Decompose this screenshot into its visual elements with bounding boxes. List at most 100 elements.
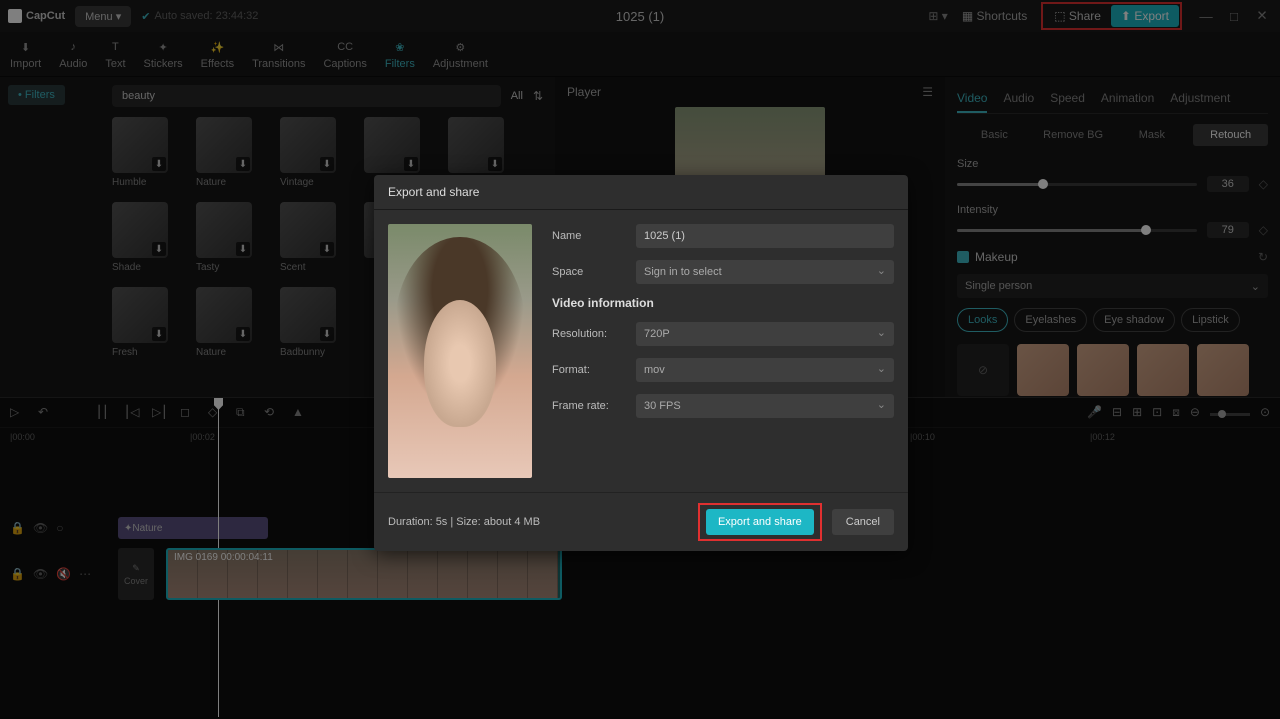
split-icon[interactable]: ⎮⎮ <box>96 405 112 421</box>
minimize-button[interactable]: — <box>1196 6 1216 26</box>
crop-icon[interactable]: ◻ <box>180 405 196 421</box>
zoom-out-icon[interactable]: ⊖ <box>1190 405 1200 420</box>
name-input[interactable] <box>636 224 894 248</box>
intensity-value[interactable]: 79 <box>1207 222 1249 238</box>
filter-thumb[interactable]: ⬇Nature <box>196 117 266 188</box>
download-icon[interactable]: ⬇ <box>404 157 418 171</box>
filter-search-input[interactable] <box>112 85 501 107</box>
person-select[interactable]: Single person⌄ <box>957 274 1268 298</box>
trim-left-icon[interactable]: ⎮◁ <box>124 405 140 421</box>
tab-adjustment[interactable]: ⚙Adjustment <box>433 38 488 70</box>
look-tab-eye-shadow[interactable]: Eye shadow <box>1093 308 1175 332</box>
framerate-select[interactable]: 30 FPS <box>636 394 894 418</box>
mic-icon[interactable]: 🎤 <box>1087 405 1102 420</box>
filters-chip[interactable]: • Filters <box>8 85 65 105</box>
sort-icon[interactable]: ⇅ <box>533 89 543 103</box>
download-icon[interactable]: ⬇ <box>236 157 250 171</box>
filter-thumb[interactable]: ⬇Badbunny <box>280 287 350 358</box>
filter-thumb[interactable]: ⬇Nature <box>196 287 266 358</box>
pointer-tool-icon[interactable]: ▷ <box>10 405 26 421</box>
sub-tab-mask[interactable]: Mask <box>1115 124 1190 146</box>
intensity-slider[interactable] <box>957 229 1197 232</box>
resolution-select[interactable]: 720P <box>636 322 894 346</box>
look-preset[interactable] <box>1017 344 1069 396</box>
track-icon-1[interactable]: ⊟ <box>1112 405 1122 420</box>
tab-filters[interactable]: ❀Filters <box>385 38 415 70</box>
prop-tab-animation[interactable]: Animation <box>1101 85 1154 113</box>
reverse-icon[interactable]: ⟲ <box>264 405 280 421</box>
filter-thumb[interactable]: ⬇Shade <box>112 202 182 273</box>
space-select[interactable]: Sign in to select <box>636 260 894 284</box>
look-preset[interactable] <box>1077 344 1129 396</box>
undo-icon[interactable]: ↶ <box>38 405 54 421</box>
menu-button[interactable]: Menu ▾ <box>75 6 131 27</box>
download-icon[interactable]: ⬇ <box>236 327 250 341</box>
lock-icon[interactable]: 🔒 <box>10 521 25 535</box>
cover-button[interactable]: ✎Cover <box>118 548 154 600</box>
export-button[interactable]: ⬆ Export <box>1111 5 1179 27</box>
mirror-icon[interactable]: ▲ <box>292 405 308 421</box>
tab-transitions[interactable]: ⋈Transitions <box>252 38 305 70</box>
maximize-button[interactable]: □ <box>1224 6 1244 26</box>
track-icon-2[interactable]: ⊞ <box>1132 405 1142 420</box>
cancel-button[interactable]: Cancel <box>832 509 894 535</box>
track-icon-3[interactable]: ⊡ <box>1152 405 1162 420</box>
filter-thumb[interactable]: ⬇Humble <box>112 117 182 188</box>
prop-tab-adjustment[interactable]: Adjustment <box>1170 85 1230 113</box>
mute-icon[interactable]: 🔇 <box>56 567 71 581</box>
download-icon[interactable]: ⬇ <box>320 157 334 171</box>
name-label: Name <box>552 230 624 242</box>
tab-import[interactable]: ⬇Import <box>10 38 41 70</box>
filter-clip[interactable]: ✦ Nature <box>118 517 268 539</box>
reset-icon[interactable]: ↻ <box>1258 250 1268 264</box>
sub-tab-remove-bg[interactable]: Remove BG <box>1036 124 1111 146</box>
size-slider[interactable] <box>957 183 1197 186</box>
filter-thumb[interactable]: ⬇Fresh <box>112 287 182 358</box>
look-tab-lipstick[interactable]: Lipstick <box>1181 308 1240 332</box>
look-preset[interactable] <box>1197 344 1249 396</box>
sub-tab-retouch[interactable]: Retouch <box>1193 124 1268 146</box>
prop-tab-audio[interactable]: Audio <box>1003 85 1034 113</box>
makeup-checkbox[interactable] <box>957 251 969 263</box>
look-tab-eyelashes[interactable]: Eyelashes <box>1014 308 1087 332</box>
sub-tab-basic[interactable]: Basic <box>957 124 1032 146</box>
shortcuts-button[interactable]: ▦ Shortcuts <box>954 5 1035 27</box>
filter-thumb[interactable]: ⬇Scent <box>280 202 350 273</box>
prop-tab-video[interactable]: Video <box>957 85 987 113</box>
track-icon-4[interactable]: ⧈ <box>1172 405 1180 420</box>
download-icon[interactable]: ⬇ <box>236 242 250 256</box>
filter-thumb[interactable]: ⬇Vintage <box>280 117 350 188</box>
tab-effects[interactable]: ✨Effects <box>201 38 234 70</box>
download-icon[interactable]: ⬇ <box>152 157 166 171</box>
share-button[interactable]: ⬚ Share <box>1044 5 1111 27</box>
tab-text[interactable]: TText <box>105 38 125 70</box>
prop-tab-speed[interactable]: Speed <box>1050 85 1085 113</box>
visibility-icon[interactable]: 👁 <box>33 521 48 535</box>
visibility-icon[interactable]: 👁 <box>33 567 48 581</box>
tab-audio[interactable]: ♪Audio <box>59 38 87 70</box>
trim-right-icon[interactable]: ▷⎮ <box>152 405 168 421</box>
format-select[interactable]: mov <box>636 358 894 382</box>
look-tab-looks[interactable]: Looks <box>957 308 1008 332</box>
tab-stickers[interactable]: ✦Stickers <box>144 38 183 70</box>
look-preset[interactable] <box>1137 344 1189 396</box>
mute-icon[interactable]: ○ <box>56 521 63 535</box>
look-none[interactable]: ⊘ <box>957 344 1009 396</box>
filter-all-button[interactable]: All <box>511 90 523 102</box>
lock-icon[interactable]: 🔒 <box>10 567 25 581</box>
download-icon[interactable]: ⬇ <box>320 327 334 341</box>
size-value[interactable]: 36 <box>1207 176 1249 192</box>
download-icon[interactable]: ⬇ <box>320 242 334 256</box>
tab-captions[interactable]: CCCaptions <box>323 38 366 70</box>
layout-icon[interactable]: ⊞ ▾ <box>928 9 947 23</box>
zoom-fit-icon[interactable]: ⊙ <box>1260 405 1270 420</box>
video-clip[interactable]: IMG 0169 00:00:04:11 <box>166 548 562 600</box>
download-icon[interactable]: ⬇ <box>488 157 502 171</box>
copy-icon[interactable]: ⧉ <box>236 405 252 421</box>
filter-thumb[interactable]: ⬇Tasty <box>196 202 266 273</box>
player-menu-icon[interactable]: ☰ <box>922 85 933 99</box>
download-icon[interactable]: ⬇ <box>152 327 166 341</box>
download-icon[interactable]: ⬇ <box>152 242 166 256</box>
export-and-share-button[interactable]: Export and share <box>706 509 814 535</box>
close-button[interactable]: ✕ <box>1252 6 1272 26</box>
